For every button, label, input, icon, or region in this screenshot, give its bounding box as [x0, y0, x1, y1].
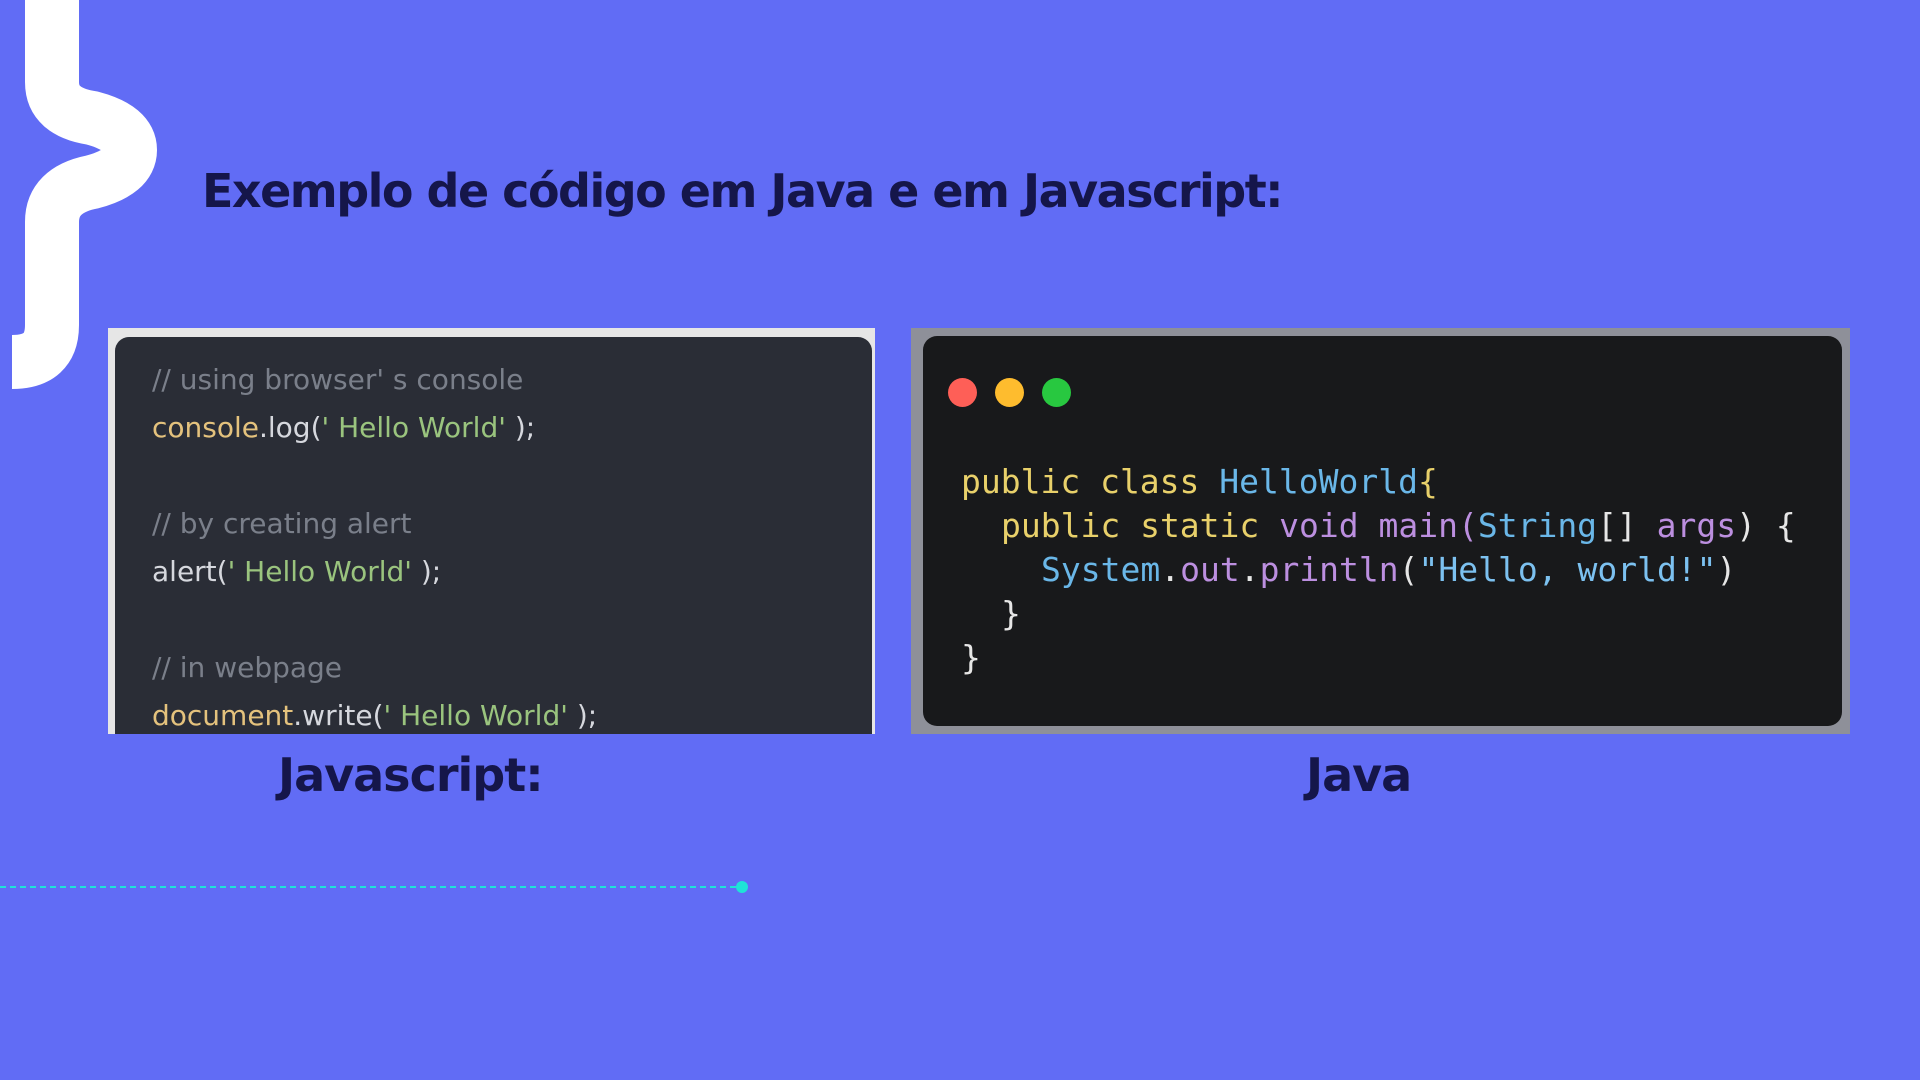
code-token: HelloWorld [1219, 462, 1418, 501]
code-line: public static void main(String[] args) { [1001, 506, 1796, 545]
code-token: [] [1597, 506, 1657, 545]
code-token: // using browser' s console [152, 363, 524, 396]
java-caption: Java [1306, 748, 1412, 802]
code-token: ' Hello World' [321, 411, 506, 444]
code-token: void main( [1279, 506, 1478, 545]
code-token: { [1417, 462, 1438, 501]
code-token: ); [567, 699, 598, 732]
code-token: public static [1001, 506, 1280, 545]
code-token: } [1001, 594, 1021, 633]
code-line: // using browser' s console [152, 363, 523, 396]
code-token: ) { [1736, 506, 1796, 545]
code-line: System.out.println("Hello, world!") [1041, 550, 1736, 589]
code-token: } [961, 638, 981, 677]
code-token: .write( [293, 699, 384, 732]
code-line: // by creating alert [152, 507, 412, 540]
slide-title: Exemplo de código em Java e em Javascrip… [202, 164, 1284, 218]
code-token: String [1477, 506, 1598, 545]
code-token: .log( [259, 411, 322, 444]
code-line: console.log(' Hello World' ); [152, 411, 535, 444]
code-token: ) [1716, 550, 1737, 589]
java-code-screenshot: public class HelloWorld{ public static v… [911, 328, 1850, 734]
close-dot-icon [948, 378, 977, 407]
javascript-code-editor: // using browser' s console console.log(… [115, 337, 872, 734]
code-token: out [1180, 550, 1240, 589]
maximize-dot-icon [1042, 378, 1071, 407]
dashed-line-with-dot-icon [0, 881, 748, 893]
code-token: ( [1398, 550, 1419, 589]
code-token: ' Hello World' [383, 699, 568, 732]
javascript-code-screenshot: // using browser' s console console.log(… [108, 328, 875, 734]
minimize-dot-icon [995, 378, 1024, 407]
code-line: } [1001, 594, 1021, 633]
code-token: document [152, 699, 294, 732]
code-token: "Hello, world!" [1418, 550, 1717, 589]
code-token: // by creating alert [152, 507, 412, 540]
code-line: } [961, 638, 981, 677]
code-line: alert(' Hello World' ); [152, 555, 441, 588]
code-token: // in webpage [152, 651, 343, 684]
code-token: ); [505, 411, 536, 444]
code-line: // in webpage [152, 651, 342, 684]
code-token: console [152, 411, 259, 444]
code-line: public class HelloWorld{ [961, 462, 1438, 501]
java-code-window: public class HelloWorld{ public static v… [923, 336, 1842, 726]
code-line: document.write(' Hello World' ); [152, 699, 597, 732]
code-token: public class [961, 462, 1220, 501]
code-token: args [1656, 506, 1737, 545]
code-token: System [1041, 550, 1161, 589]
javascript-caption: Javascript: [278, 748, 544, 802]
code-token: ); [411, 555, 442, 588]
code-token: ' Hello World' [227, 555, 412, 588]
code-token: alert( [152, 555, 228, 588]
code-token: . [1160, 550, 1181, 589]
code-token: . [1239, 550, 1260, 589]
code-token: println [1259, 550, 1399, 589]
